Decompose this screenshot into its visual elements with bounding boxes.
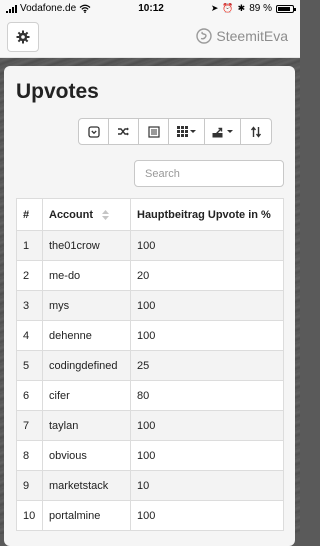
cell-number: 3 (16, 290, 43, 321)
cell-account: dehenne (42, 320, 131, 351)
gear-icon (16, 30, 30, 44)
alarm-icon: ⏰ (222, 3, 234, 13)
sort-both-icon (102, 209, 110, 220)
cell-upvote: 100 (130, 410, 284, 441)
chevron-down-icon (227, 130, 233, 133)
cell-account: obvious (42, 440, 131, 471)
cell-upvote: 100 (130, 290, 284, 321)
cell-account: portalmine (42, 500, 131, 531)
cell-upvote: 100 (130, 500, 284, 531)
column-header-account[interactable]: Account (42, 198, 131, 231)
status-bar: Vodafone.de 10:12 ➤ ⏰ ✱ 89 % (0, 0, 300, 17)
carrier-label: Vodafone.de (20, 3, 77, 14)
cell-number: 9 (16, 470, 43, 501)
shuffle-button[interactable] (109, 119, 139, 144)
cell-number: 7 (16, 410, 43, 441)
table-body: 1 the01crow 100 2 me-do 20 3 mys 100 4 dehenne 100 5… (16, 230, 284, 531)
table-row[interactable]: 9 marketstack 10 (16, 470, 284, 501)
cell-upvote: 100 (130, 440, 284, 471)
chevron-down-icon (190, 130, 196, 133)
battery-icon (275, 4, 296, 13)
cell-upvote: 10 (130, 470, 284, 501)
columns-dropdown[interactable] (169, 119, 205, 144)
battery-percent: 89 % (249, 3, 272, 14)
list-icon (147, 125, 160, 138)
sort-icon (250, 125, 262, 138)
clock: 10:12 (138, 3, 164, 14)
table-row[interactable]: 1 the01crow 100 (16, 230, 284, 261)
cell-upvote: 100 (130, 230, 284, 261)
list-view-button[interactable] (139, 119, 169, 144)
steemit-logo-icon (196, 28, 213, 44)
cell-number: 8 (16, 440, 43, 471)
table-row[interactable]: 4 dehenne 100 (16, 320, 284, 351)
table-row[interactable]: 2 me-do 20 (16, 260, 284, 291)
search-input[interactable] (134, 160, 284, 187)
table-row[interactable]: 3 mys 100 (16, 290, 284, 321)
cell-account: the01crow (42, 230, 131, 261)
sort-button[interactable] (241, 119, 271, 144)
table-row[interactable]: 8 obvious 100 (16, 440, 284, 471)
cell-number: 5 (16, 350, 43, 381)
table-row[interactable]: 7 taylan 100 (16, 410, 284, 441)
table-header-row: # Account Hauptbeitrag Upvote in % (16, 198, 284, 231)
cell-account: marketstack (42, 470, 131, 501)
cell-upvote: 25 (130, 350, 284, 381)
chevron-down-circle-icon (87, 125, 100, 138)
settings-button[interactable] (7, 22, 39, 52)
column-header-upvote[interactable]: Hauptbeitrag Upvote in % (130, 198, 284, 231)
upvotes-table: # Account Hauptbeitrag Upvote in % 1 the0… (16, 198, 284, 531)
app-bar: SteemitEva (0, 17, 300, 58)
cell-account: cifer (42, 380, 131, 411)
page-title: Upvotes (16, 80, 99, 103)
cell-account: codingdefined (42, 350, 131, 381)
column-header-account-label: Account (49, 208, 93, 221)
shuffle-icon (118, 127, 129, 136)
table-row[interactable]: 5 codingdefined 25 (16, 350, 284, 381)
cell-account: taylan (42, 410, 131, 441)
brand[interactable]: SteemitEva (196, 28, 288, 44)
content-card: Upvotes # Account (4, 66, 295, 546)
status-right: ➤ ⏰ ✱ 89 % (210, 3, 296, 14)
column-header-number[interactable]: # (16, 198, 43, 231)
cell-upvote: 80 (130, 380, 284, 411)
location-icon: ➤ (210, 3, 219, 13)
status-left: Vodafone.de (6, 3, 91, 14)
signal-icon (6, 4, 17, 13)
export-dropdown[interactable] (205, 119, 241, 144)
table-row[interactable]: 6 cifer 80 (16, 380, 284, 411)
bluetooth-icon: ✱ (237, 3, 246, 13)
table-toolbar (78, 118, 272, 145)
cell-number: 10 (16, 500, 43, 531)
grid-icon (177, 126, 188, 137)
cell-account: me-do (42, 260, 131, 291)
cell-upvote: 100 (130, 320, 284, 351)
cell-number: 6 (16, 380, 43, 411)
brand-name: SteemitEva (216, 28, 288, 44)
table-row[interactable]: 10 portalmine 100 (16, 500, 284, 531)
cell-upvote: 20 (130, 260, 284, 291)
cell-number: 2 (16, 260, 43, 291)
battery-fill (277, 6, 291, 11)
toggle-button[interactable] (79, 119, 109, 144)
wifi-icon (79, 4, 91, 13)
export-icon (212, 127, 223, 137)
cell-account: mys (42, 290, 131, 321)
cell-number: 4 (16, 320, 43, 351)
cell-number: 1 (16, 230, 43, 261)
